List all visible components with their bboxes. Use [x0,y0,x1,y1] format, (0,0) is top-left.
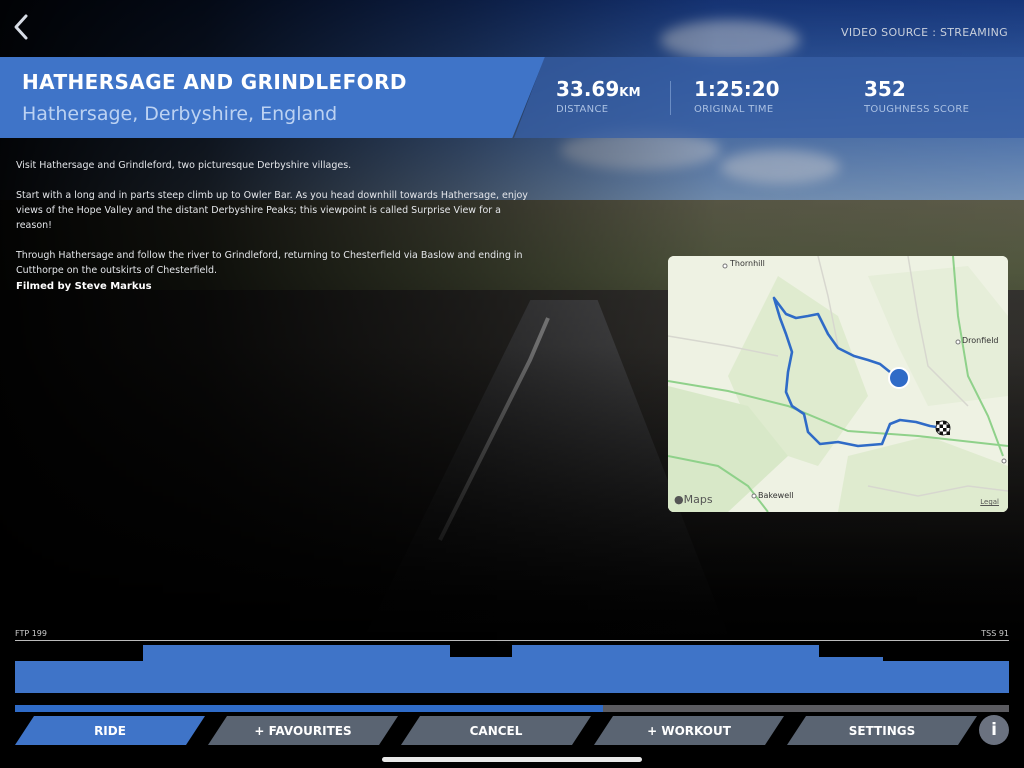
ride-button[interactable]: RIDE [15,716,205,745]
map-label-thornhill: Thornhill [730,259,765,268]
apple-logo-icon: ● [674,493,684,506]
add-favourites-button[interactable]: + FAVOURITES [208,716,398,745]
map-canvas [668,256,1008,512]
map-label-dronfield: Dronfield [962,336,999,345]
route-map[interactable]: Thornhill Dronfield Bakewell ●Maps Legal [668,256,1008,512]
info-icon: i [991,720,997,740]
info-button[interactable]: i [979,715,1009,745]
chevron-left-icon [14,14,28,40]
original-time-stat: 1:25:20 ORIGINAL TIME [694,77,780,115]
description-paragraph: Through Hathersage and follow the river … [16,250,523,276]
back-button[interactable] [10,12,32,42]
ride-progress-bar[interactable] [15,705,1009,712]
home-indicator[interactable] [382,757,642,762]
toughness-label: TOUGHNESS SCORE [864,104,970,115]
route-title: HATHERSAGE AND GRINDLEFORD [22,70,407,94]
distance-stat: 33.69KM DISTANCE [556,77,641,115]
toughness-value: 352 [864,77,906,101]
stat-divider [670,81,671,115]
distance-label: DISTANCE [556,104,609,115]
description-paragraph: Start with a long and in parts steep cli… [16,190,528,231]
settings-button[interactable]: SETTINGS [787,716,977,745]
ride-progress-fill [15,705,604,712]
add-workout-button[interactable]: + WORKOUT [594,716,784,745]
cancel-button[interactable]: CANCEL [401,716,591,745]
map-label-bakewell: Bakewell [758,491,794,500]
toughness-stat: 352 TOUGHNESS SCORE [864,77,969,115]
description-paragraph: Visit Hathersage and Grindleford, two pi… [16,160,352,171]
video-source-label: VIDEO SOURCE : STREAMING [841,26,1008,39]
route-description: Visit Hathersage and Grindleford, two pi… [16,158,536,293]
ftp-label: FTP 199 [15,629,47,638]
original-time-value: 1:25:20 [694,77,780,101]
profile-baseline [15,640,1009,641]
distance-unit: KM [619,85,641,99]
workout-profile [15,645,1009,693]
route-location: Hathersage, Derbyshire, England [22,103,338,125]
film-credit: Filmed by Steve Markus [16,281,152,292]
distance-value: 33.69 [556,77,620,101]
original-time-label: ORIGINAL TIME [694,104,774,115]
tss-label: TSS 91 [981,629,1009,638]
route-header: HATHERSAGE AND GRINDLEFORD Hathersage, D… [0,57,1024,138]
maps-brand: ●Maps [674,493,713,506]
map-legal-link[interactable]: Legal [980,498,999,506]
